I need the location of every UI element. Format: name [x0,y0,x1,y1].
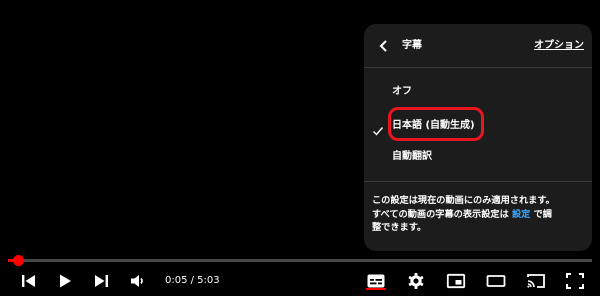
time-display: 0:05 / 5:03 [165,275,220,286]
subtitle-option-japanese-auto[interactable]: 日本語 (自動生成) [364,111,592,141]
volume-icon[interactable] [128,272,148,290]
divider [364,181,592,182]
cast-icon[interactable] [526,272,546,290]
captions-active-indicator [366,288,386,290]
progress-scrubber[interactable] [13,255,24,266]
back-arrow-icon[interactable] [376,38,392,54]
play-icon[interactable] [55,272,75,290]
fullscreen-icon[interactable] [565,272,585,290]
options-link[interactable]: オプション [534,38,584,54]
subtitle-option-label: オフ [392,86,412,97]
theater-mode-icon[interactable] [486,272,506,290]
subtitle-option-label: 自動翻訳 [392,151,432,162]
checkmark-icon [372,120,384,136]
progress-bar[interactable] [8,255,592,266]
subtitle-option-auto-translate[interactable]: 自動翻訳 [364,142,592,172]
gear-icon[interactable] [406,272,426,290]
miniplayer-icon[interactable] [446,272,466,290]
panel-title: 字幕 [402,40,422,51]
settings-link[interactable]: 設定 [512,209,530,220]
skip-next-icon[interactable] [91,272,111,290]
panel-header: 字幕 オプション [364,24,592,68]
subtitles-settings-panel: 字幕 オプション オフ 日本語 (自動生成) 自動翻訳 この設定は現在の動画にの… [364,24,592,251]
subtitle-option-label: 日本語 (自動生成) [392,120,475,131]
subtitle-notice: この設定は現在の動画にのみ適用されます。 すべての動画の字幕の表示設定は 設定 … [372,194,588,235]
subtitle-option-off[interactable]: オフ [364,77,592,107]
skip-previous-icon[interactable] [19,272,39,290]
